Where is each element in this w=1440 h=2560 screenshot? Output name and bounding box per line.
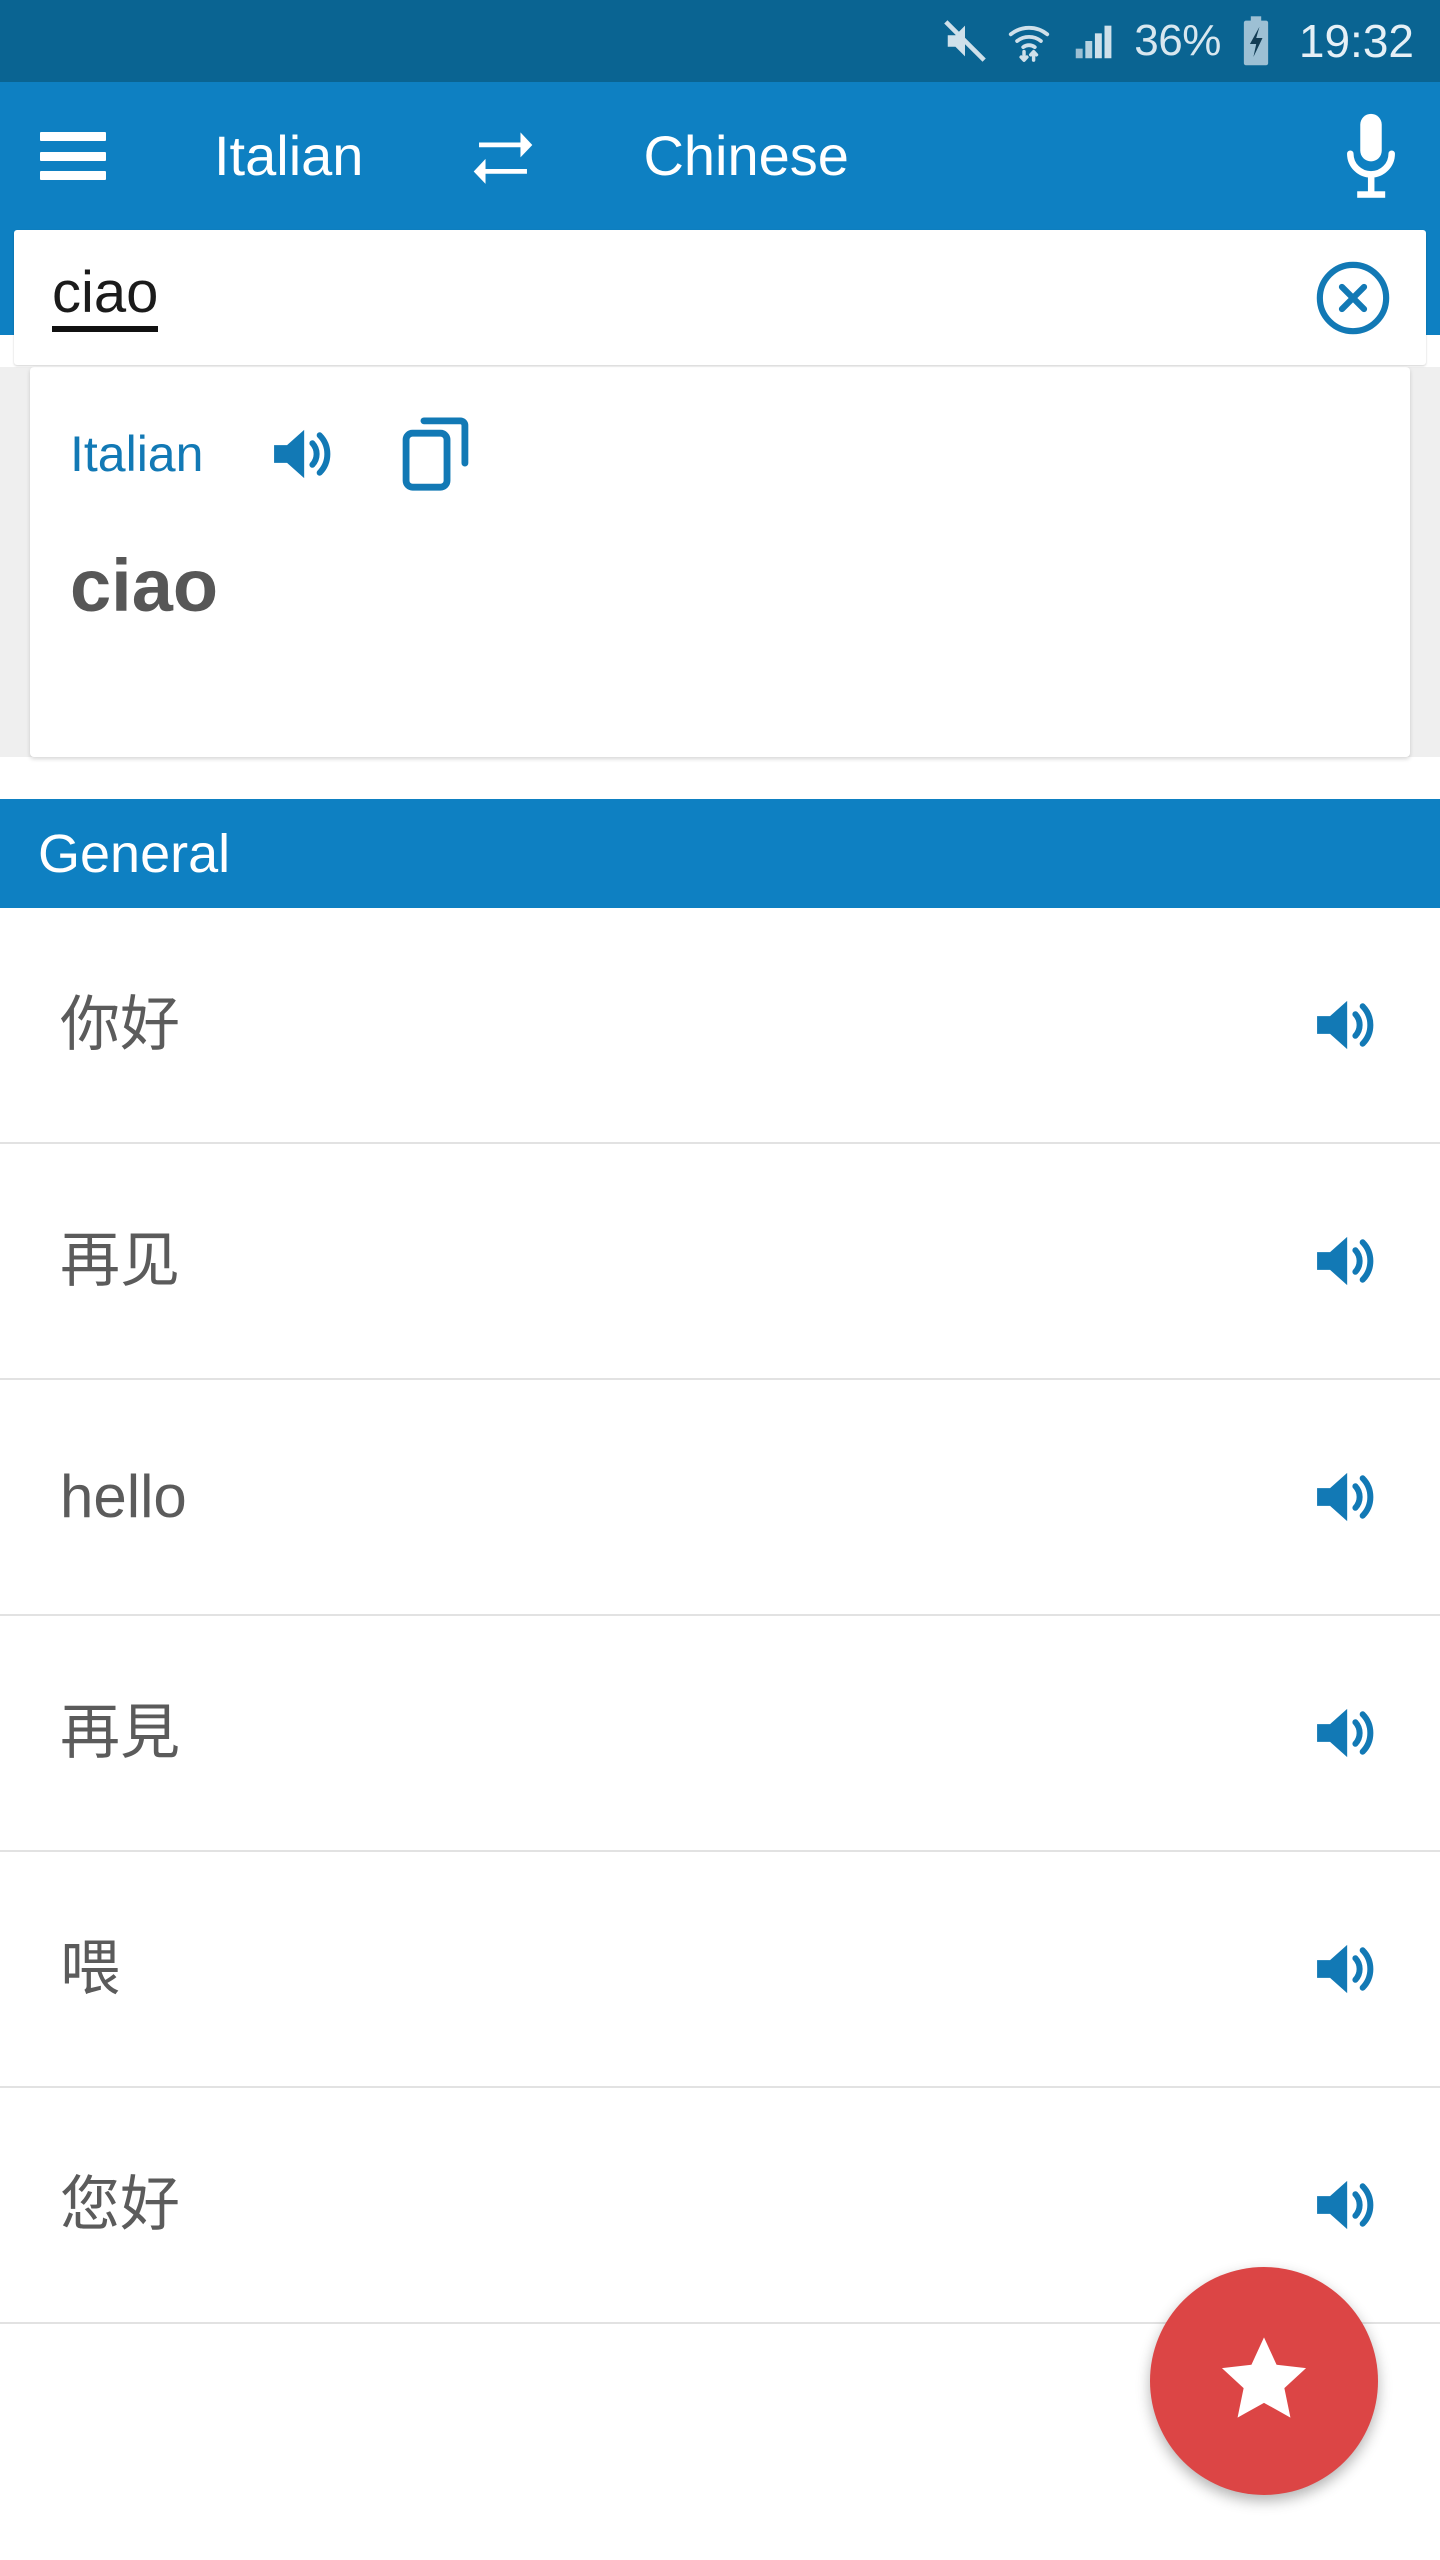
- favorite-fab-button[interactable]: [1150, 2267, 1378, 2495]
- search-field-container: ciao: [14, 230, 1426, 365]
- list-item[interactable]: 你好: [0, 908, 1440, 1144]
- clock-time: 19:32: [1298, 15, 1414, 67]
- translation-list: 你好 再见 hello 再見 喂 您好: [0, 908, 1440, 2324]
- microphone-icon[interactable]: [1336, 110, 1406, 202]
- battery-percent: 36%: [1134, 16, 1221, 65]
- speaker-icon[interactable]: [1306, 2167, 1382, 2243]
- speaker-icon[interactable]: [1306, 1223, 1382, 1299]
- result-card: Italian ciao: [30, 367, 1410, 757]
- translation-text: hello: [60, 1463, 187, 1530]
- list-item[interactable]: 再見: [0, 1616, 1440, 1852]
- source-language-selector[interactable]: Italian: [214, 128, 363, 184]
- swap-languages-icon[interactable]: [467, 125, 539, 187]
- translation-text: 再见: [60, 1227, 180, 1294]
- app-bar: Italian Chinese ciao: [0, 82, 1440, 365]
- speaker-icon[interactable]: [1306, 1695, 1382, 1771]
- translation-text: 你好: [60, 991, 180, 1058]
- speaker-icon[interactable]: [1306, 1459, 1382, 1535]
- speaker-icon[interactable]: [263, 416, 339, 492]
- content-area: Italian ciao: [0, 367, 1440, 757]
- search-input[interactable]: ciao: [14, 230, 1426, 365]
- translation-text: 再見: [60, 1699, 180, 1766]
- speaker-icon[interactable]: [1306, 987, 1382, 1063]
- hamburger-bar: [40, 171, 106, 180]
- result-card-header: Italian: [70, 415, 1370, 493]
- section-title: General: [38, 823, 231, 884]
- status-bar: 36% 19:32: [0, 0, 1440, 82]
- hamburger-bar: [40, 151, 106, 161]
- hamburger-bar: [40, 132, 106, 141]
- wifi-icon: [1006, 18, 1052, 64]
- list-item[interactable]: 再见: [0, 1144, 1440, 1380]
- translation-text: 您好: [60, 2171, 180, 2238]
- search-input-value[interactable]: ciao: [52, 263, 159, 332]
- list-item[interactable]: 喂: [0, 1852, 1440, 2088]
- speaker-icon[interactable]: [1306, 1931, 1382, 2007]
- signal-icon: [1070, 18, 1116, 64]
- copy-icon[interactable]: [399, 415, 471, 493]
- clear-circle-icon[interactable]: [1314, 259, 1392, 337]
- battery-charging-icon: [1239, 15, 1273, 67]
- translation-text: 喂: [60, 1935, 120, 2002]
- result-language-label: Italian: [70, 426, 204, 482]
- list-item[interactable]: hello: [0, 1380, 1440, 1616]
- result-word: ciao: [70, 544, 219, 627]
- mute-icon: [942, 18, 988, 64]
- app-bar-row: Italian Chinese: [0, 82, 1440, 230]
- target-language-selector[interactable]: Chinese: [643, 128, 848, 184]
- star-icon: [1212, 2327, 1316, 2436]
- section-header-general: General: [0, 799, 1440, 908]
- hamburger-menu-icon[interactable]: [36, 126, 110, 186]
